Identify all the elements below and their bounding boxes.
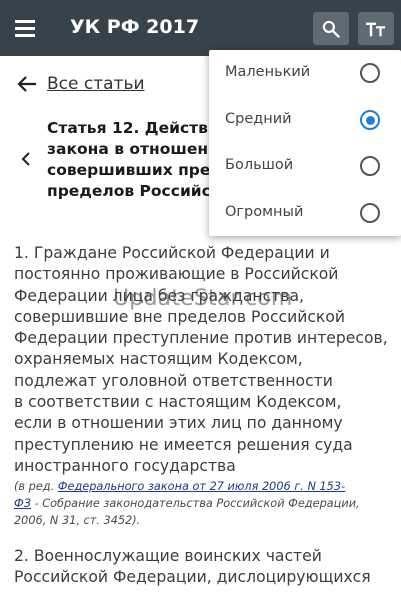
app-bar: УК РФ 2017 [0,0,401,56]
radio-button[interactable] [360,156,380,176]
all-articles-link[interactable]: Все статьи [47,74,145,94]
text-line: в соответствии с настоящим Кодексом, [14,393,342,412]
edition-source: - Собрание законодательства Российской Ф… [30,497,360,511]
paragraph-2: 2. Военнослужащие воинских частей Россий… [14,546,371,589]
search-icon [322,20,340,38]
edition-line-1: (в ред. Федерального закона от 27 июля 2… [14,478,394,495]
option-label: Огромный [225,204,304,220]
arrow-left-icon[interactable] [16,74,38,94]
text-line: Федерации преступление против интересов, [14,329,388,348]
radio-button[interactable] [360,63,380,83]
text-line: постоянно проживающие в Российской [14,265,339,284]
text-line: Российской Федерации, дислоцирующихся [14,568,371,587]
option-label: Маленький [225,64,311,80]
text-line: 1. Граждане Российской Федерации и [14,244,330,262]
edition-note: (в ред. Федерального закона от 27 июля 2… [14,478,394,529]
font-size-option-medium[interactable]: Средний [209,97,401,143]
edition-line-3: 2006, N 31, ст. 3452). [14,514,141,528]
paragraph-1: 1. Граждане Российской Федерации и посто… [14,243,394,477]
font-size-option-small[interactable]: Маленький [209,50,401,96]
chevron-left-icon[interactable] [20,150,32,168]
hamburger-menu-icon[interactable] [14,17,36,39]
edition-prefix: (в ред. [14,480,58,494]
text-line: иностранного государства [14,456,236,475]
text-line: охраняемых настоящим Кодексом, [14,350,303,369]
text-line: преступлению не имеется решения суда [14,435,353,454]
watermark: UpdateStar.com [113,286,293,311]
font-size-option-huge[interactable]: Огромный [209,190,401,236]
font-size-menu: Маленький Средний Большой Огромный [209,50,401,236]
text-line: подлежат уголовной ответственности [14,371,333,390]
radio-button-checked[interactable] [360,110,380,130]
text-size-icon [366,22,386,36]
radio-button[interactable] [360,203,380,223]
app-title: УК РФ 2017 [70,16,200,38]
text-line: если в отношении этих лиц по данному [14,414,343,433]
font-size-button[interactable] [358,12,394,45]
back-to-articles[interactable]: Все статьи [16,72,145,96]
federal-law-link-cont[interactable]: ФЗ [14,497,31,510]
font-size-option-large[interactable]: Большой [209,143,401,189]
edition-line-2: ФЗ - Собрание законодательства Российско… [14,495,394,512]
text-line: 2. Военнослужащие воинских частей [14,547,322,565]
option-label: Большой [225,157,294,173]
search-button[interactable] [313,12,349,45]
option-label: Средний [225,111,292,127]
federal-law-link[interactable]: Федерального закона от 27 июля 2006 г. N… [58,480,345,493]
